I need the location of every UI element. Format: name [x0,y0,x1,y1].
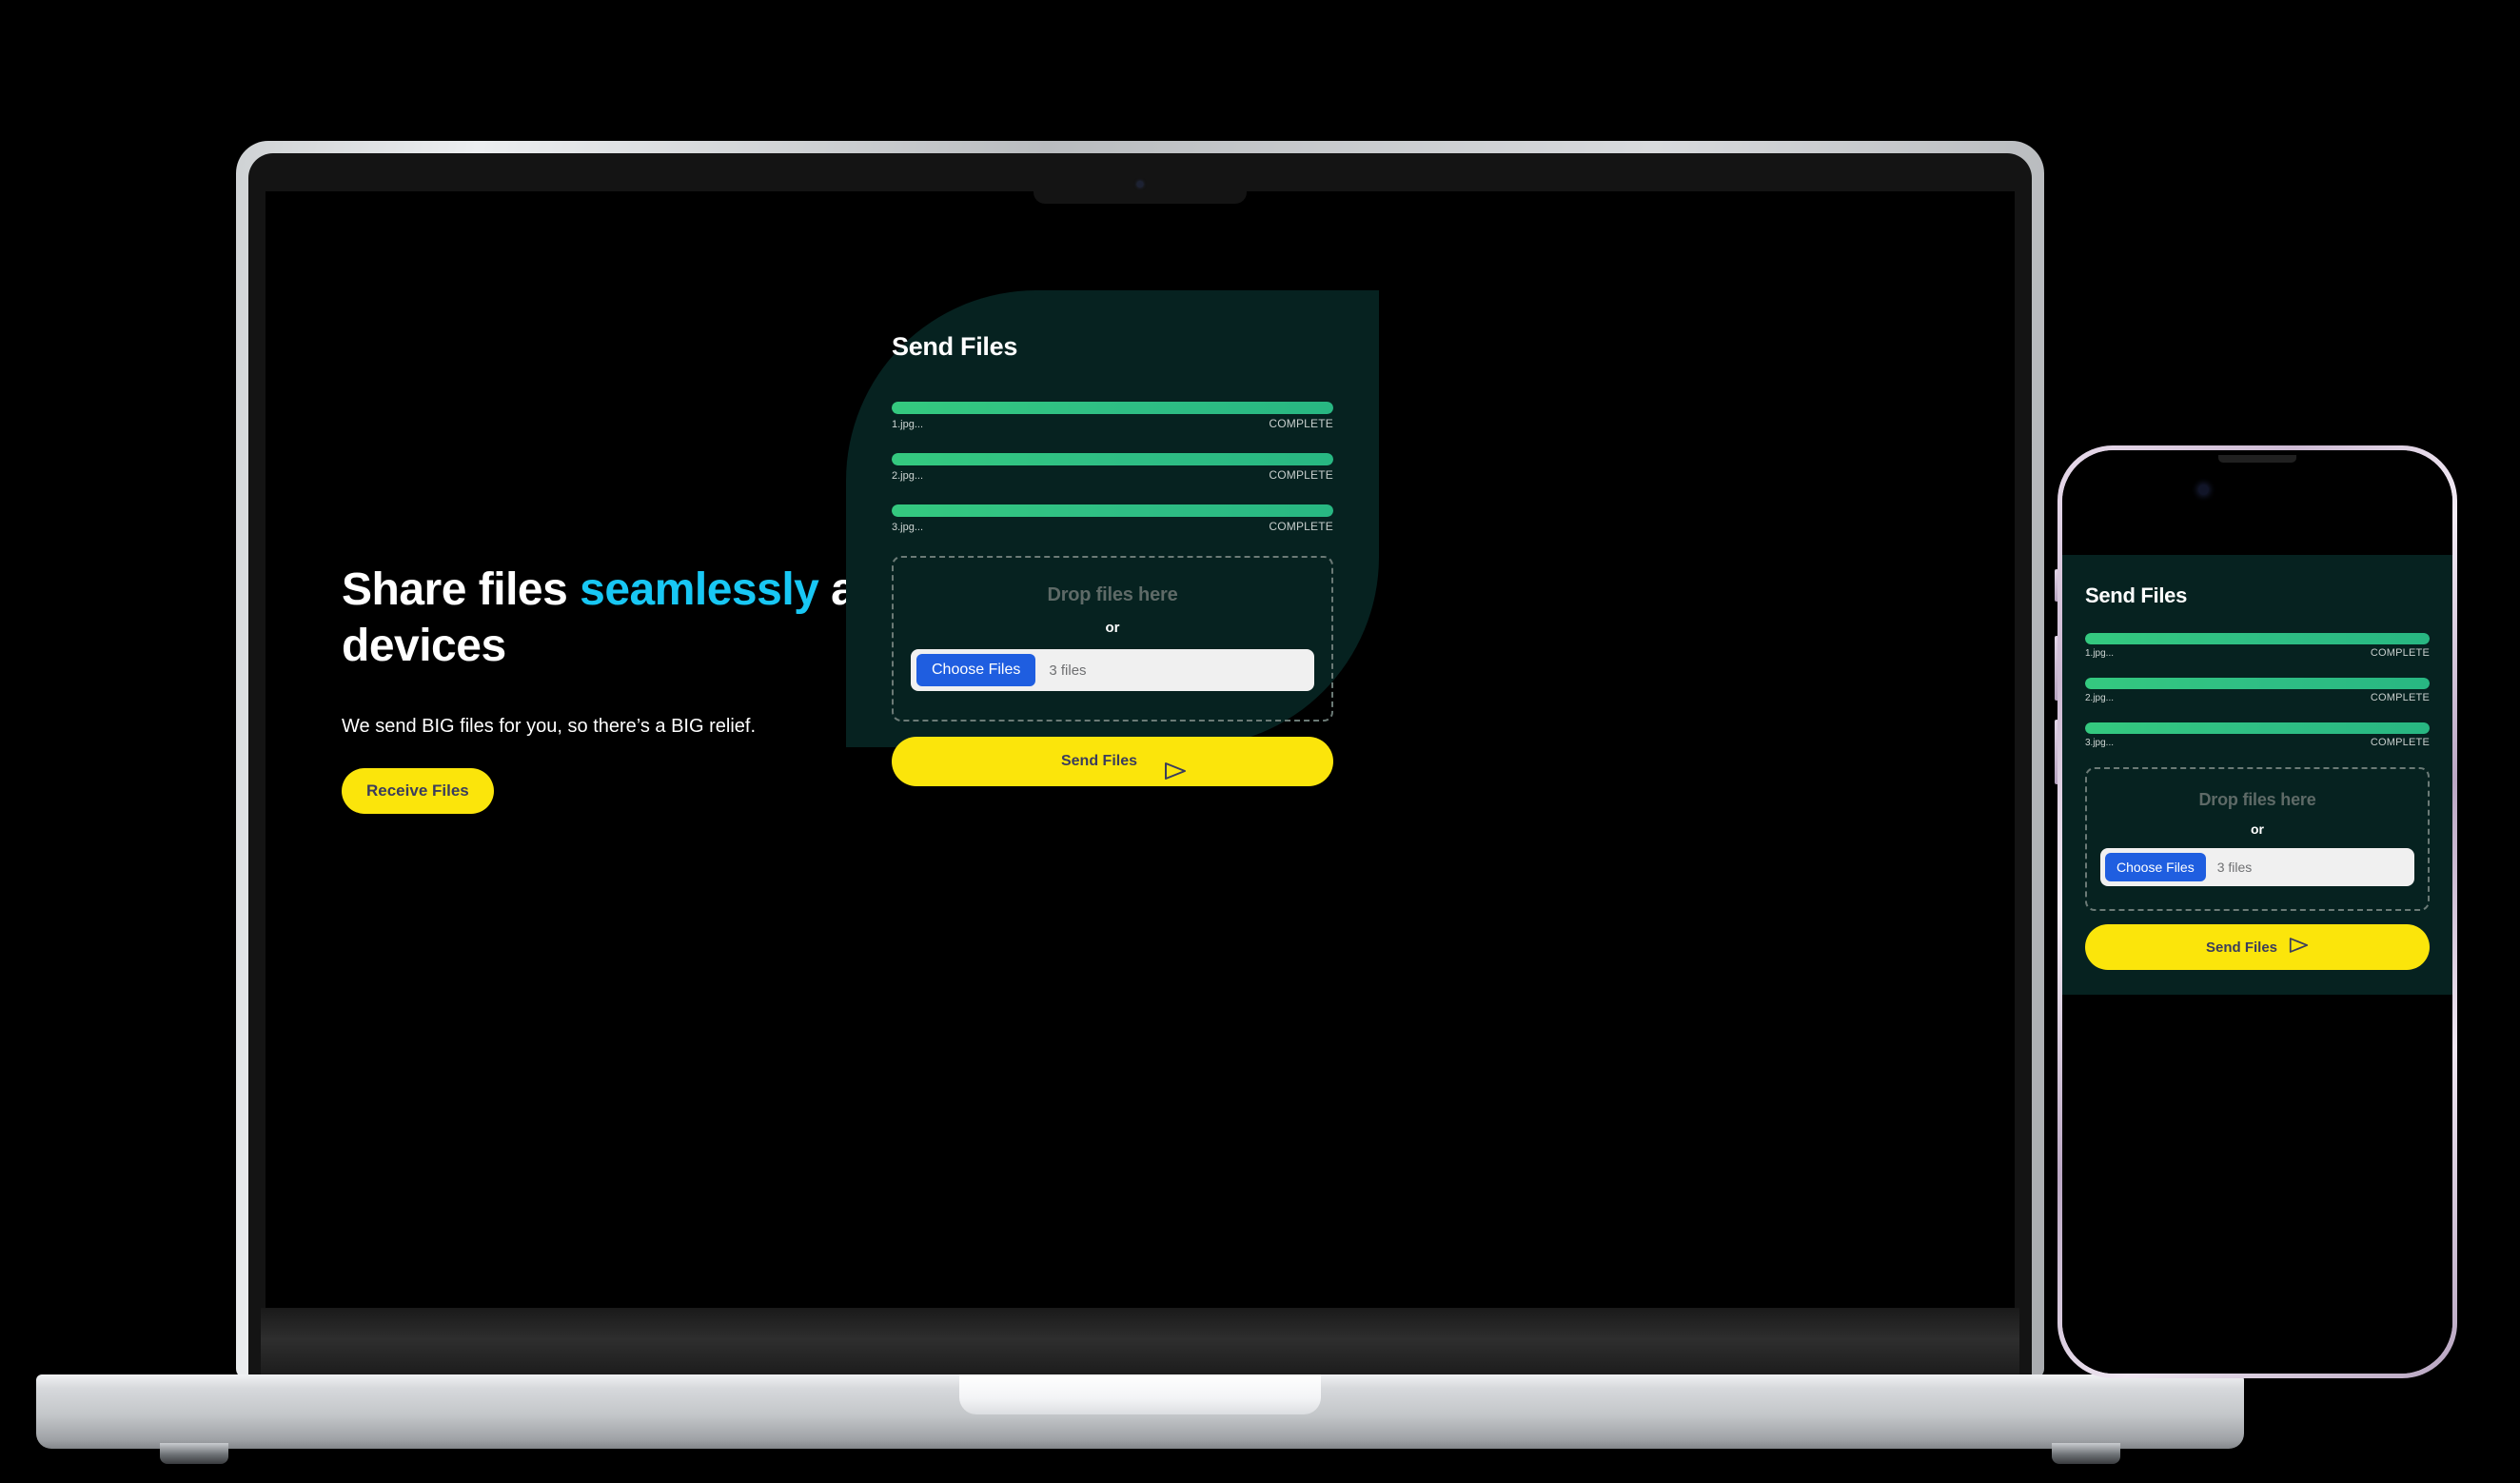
headline-part-1: Share files [342,564,581,615]
laptop-mockup: Share files seamlessly across devices We… [36,141,2244,1464]
mobile-file-name: 1.jpg... [2085,648,2115,659]
mobile-upload-list-item: 1.jpg... COMPLETE [2085,633,2430,659]
progress-track [892,453,1333,465]
mobile-upload-item-meta: 2.jpg... COMPLETE [2085,692,2430,703]
desktop-page: Share files seamlessly across devices We… [266,191,2015,1308]
mobile-progress-fill [2085,678,2430,689]
mobile-upload-item-meta: 1.jpg... COMPLETE [2085,647,2430,659]
send-files-card-title: Send Files [892,332,1018,361]
phone-earpiece-speaker [2218,455,2296,463]
dropzone-or-label: or [1105,620,1120,636]
selected-files-count: 3 files [1049,662,1087,679]
mobile-progress-track [2085,678,2430,689]
status-badge: COMPLETE [1269,520,1333,533]
send-files-card: Send Files 1.jpg... COMPLETE 2.jpg... CO… [846,290,1379,786]
webcam-icon [1136,181,1144,188]
mobile-send-files-button[interactable]: Send Files [2085,924,2430,970]
mobile-status-badge: COMPLETE [2370,737,2430,748]
file-input-control[interactable]: Choose Files 3 files [911,649,1314,691]
mobile-send-files-card-title: Send Files [2085,583,2188,607]
send-files-button[interactable]: Send Files [892,737,1333,786]
choose-files-button[interactable]: Choose Files [916,654,1036,686]
mobile-file-dropzone[interactable]: Drop files here or Choose Files 3 files [2085,767,2430,911]
phone-frame: Send Files 1.jpg... COMPLETE 2.jpg... CO… [2057,445,2457,1378]
mobile-send-files-button-label: Send Files [2205,939,2278,956]
mobile-file-input-control[interactable]: Choose Files 3 files [2100,848,2414,886]
mobile-dropzone-or-label: or [2251,821,2264,837]
mobile-status-badge: COMPLETE [2370,692,2430,703]
laptop-chin [261,1308,2019,1378]
file-name: 3.jpg... [892,522,924,533]
upload-item-meta: 2.jpg... COMPLETE [892,468,1333,482]
mobile-file-name: 2.jpg... [2085,693,2115,703]
status-badge: COMPLETE [1269,417,1333,430]
send-triangle-icon [1151,753,1187,780]
mobile-dropzone-label: Drop files here [2198,790,2316,809]
phone-front-camera-icon [2198,484,2209,495]
upload-file-list: 1.jpg... COMPLETE 2.jpg... COMPLETE 3.jp… [892,402,1333,533]
progress-track [892,504,1333,517]
progress-fill [892,504,1333,517]
laptop-base-notch [959,1374,1321,1414]
status-badge: COMPLETE [1269,468,1333,482]
mobile-upload-item-meta: 3.jpg... COMPLETE [2085,737,2430,748]
mobile-page: Send Files 1.jpg... COMPLETE 2.jpg... CO… [2062,450,2452,1374]
upload-list-item: 2.jpg... COMPLETE [892,453,1333,482]
laptop-foot-left [160,1443,228,1464]
file-dropzone[interactable]: Drop files here or Choose Files 3 files [892,556,1333,722]
mobile-progress-fill [2085,633,2430,644]
laptop-screen: Share files seamlessly across devices We… [266,191,2015,1308]
phone-screen: Send Files 1.jpg... COMPLETE 2.jpg... CO… [2062,450,2452,1374]
laptop-bezel: Share files seamlessly across devices We… [248,153,2032,1378]
upload-list-item: 3.jpg... COMPLETE [892,504,1333,533]
file-name: 1.jpg... [892,419,924,430]
mobile-selected-files-count: 3 files [2216,860,2253,875]
mobile-file-name: 3.jpg... [2085,738,2115,748]
upload-item-meta: 1.jpg... COMPLETE [892,417,1333,430]
send-files-button-label: Send Files [1060,753,1138,769]
upload-list-item: 1.jpg... COMPLETE [892,402,1333,430]
mobile-progress-track [2085,633,2430,644]
dropzone-label: Drop files here [1047,584,1178,605]
mobile-choose-files-button[interactable]: Choose Files [2105,853,2206,881]
mobile-progress-fill [2085,722,2430,734]
upload-item-meta: 3.jpg... COMPLETE [892,520,1333,533]
progress-track [892,402,1333,414]
laptop-lid: Share files seamlessly across devices We… [236,141,2044,1378]
progress-fill [892,453,1333,465]
receive-files-button[interactable]: Receive Files [342,768,494,815]
mobile-upload-file-list: 1.jpg... COMPLETE 2.jpg... COMPLETE 3.jp… [2085,633,2430,748]
laptop-notch [1034,166,1247,204]
mobile-status-badge: COMPLETE [2370,647,2430,659]
laptop-foot-right [2052,1443,2120,1464]
mobile-progress-track [2085,722,2430,734]
mobile-send-triangle-icon [2289,937,2309,958]
mobile-send-files-card: Send Files 1.jpg... COMPLETE 2.jpg... CO… [2062,555,2452,995]
scene-background: Share files seamlessly across devices We… [0,0,2520,1483]
mobile-upload-list-item: 3.jpg... COMPLETE [2085,722,2430,748]
mobile-upload-list-item: 2.jpg... COMPLETE [2085,678,2430,703]
headline-accent-word: seamlessly [580,564,819,615]
file-name: 2.jpg... [892,470,924,482]
phone-mockup: Send Files 1.jpg... COMPLETE 2.jpg... CO… [2055,445,2457,1378]
progress-fill [892,402,1333,414]
